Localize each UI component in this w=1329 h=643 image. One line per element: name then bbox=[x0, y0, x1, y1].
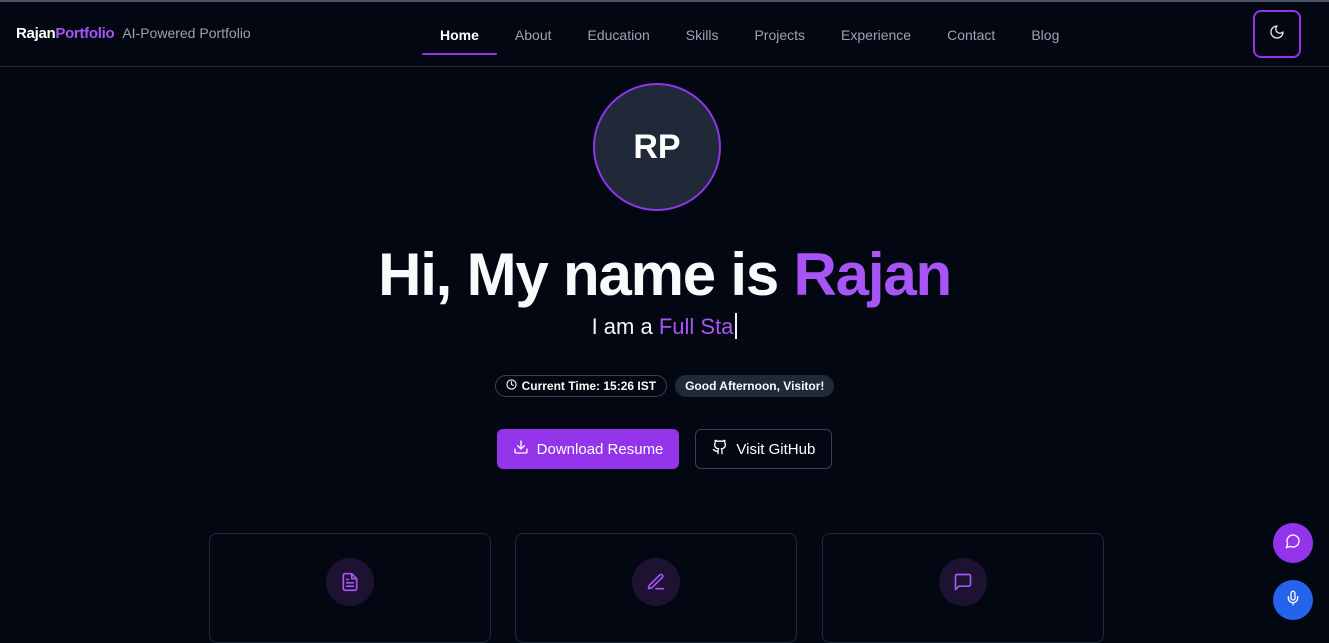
nav-item-blog[interactable]: Blog bbox=[1013, 2, 1077, 67]
brand-name-first: Rajan bbox=[16, 25, 56, 42]
nav-item-about[interactable]: About bbox=[497, 2, 570, 67]
nav-item-label: About bbox=[514, 26, 552, 43]
greeting-badge: Good Afternoon, Visitor! bbox=[675, 375, 835, 397]
nav-item-label: Education bbox=[587, 26, 650, 43]
nav-item-contact[interactable]: Contact bbox=[929, 2, 1013, 67]
github-icon bbox=[712, 439, 728, 459]
brand-name-second: Portfolio bbox=[55, 25, 115, 42]
download-resume-button[interactable]: Download Resume bbox=[496, 429, 680, 469]
nav-item-education[interactable]: Education bbox=[570, 2, 668, 67]
nav-item-projects[interactable]: Projects bbox=[736, 2, 823, 67]
typing-subline: I am a Full Sta bbox=[0, 312, 1329, 342]
visit-github-button[interactable]: Visit GitHub bbox=[695, 429, 833, 469]
subline-role: Full Sta bbox=[658, 314, 734, 339]
nav-item-label: Projects bbox=[754, 26, 806, 43]
main-nav: Home About Education Skills Projects Exp… bbox=[422, 2, 1077, 67]
voice-assistant-button[interactable] bbox=[1273, 580, 1313, 620]
chat-button[interactable] bbox=[1273, 523, 1313, 563]
greeting-badge-label: Good Afternoon, Visitor! bbox=[685, 379, 825, 393]
microphone-icon bbox=[1285, 590, 1301, 611]
brand[interactable]: Rajan Portfolio AI-Powered Portfolio bbox=[16, 25, 251, 42]
subline-prefix: I am a bbox=[591, 314, 659, 339]
nav-item-label: Skills bbox=[685, 26, 719, 43]
hero-headline: Hi, My name is Rajan bbox=[0, 240, 1329, 310]
feature-card[interactable] bbox=[209, 533, 491, 643]
clock-icon bbox=[505, 379, 517, 393]
nav-item-home[interactable]: Home bbox=[422, 2, 497, 67]
nav-item-label: Experience bbox=[841, 26, 912, 43]
headline-prefix: Hi, My name is bbox=[378, 241, 794, 308]
moon-icon bbox=[1269, 24, 1285, 45]
feature-card[interactable] bbox=[515, 533, 797, 643]
nav-item-label: Blog bbox=[1031, 26, 1060, 43]
avatar-initials: RP bbox=[633, 127, 681, 166]
time-badge: Current Time: 15:26 IST bbox=[494, 375, 668, 397]
status-badges: Current Time: 15:26 IST Good Afternoon, … bbox=[0, 375, 1329, 397]
chat-bubble-icon bbox=[1285, 533, 1301, 554]
document-icon bbox=[326, 558, 374, 606]
headline-name: Rajan bbox=[793, 241, 953, 308]
nav-item-label: Home bbox=[440, 26, 479, 43]
feature-card[interactable] bbox=[822, 533, 1104, 643]
nav-item-skills[interactable]: Skills bbox=[668, 2, 737, 67]
typing-cursor bbox=[735, 313, 738, 339]
download-resume-label: Download Resume bbox=[536, 440, 664, 458]
theme-toggle-button[interactable] bbox=[1253, 10, 1301, 58]
navbar: Rajan Portfolio AI-Powered Portfolio Home… bbox=[0, 2, 1329, 67]
nav-item-label: Contact bbox=[947, 26, 996, 43]
visit-github-label: Visit GitHub bbox=[736, 440, 816, 458]
message-square-icon bbox=[939, 558, 987, 606]
time-badge-label: Current Time: 15:26 IST bbox=[521, 379, 657, 393]
download-icon bbox=[513, 439, 529, 459]
brand-tagline: AI-Powered Portfolio bbox=[122, 25, 251, 41]
hero-actions: Download Resume Visit GitHub bbox=[0, 429, 1329, 469]
avatar: RP bbox=[593, 83, 721, 211]
pen-icon bbox=[632, 558, 680, 606]
nav-item-experience[interactable]: Experience bbox=[823, 2, 929, 67]
